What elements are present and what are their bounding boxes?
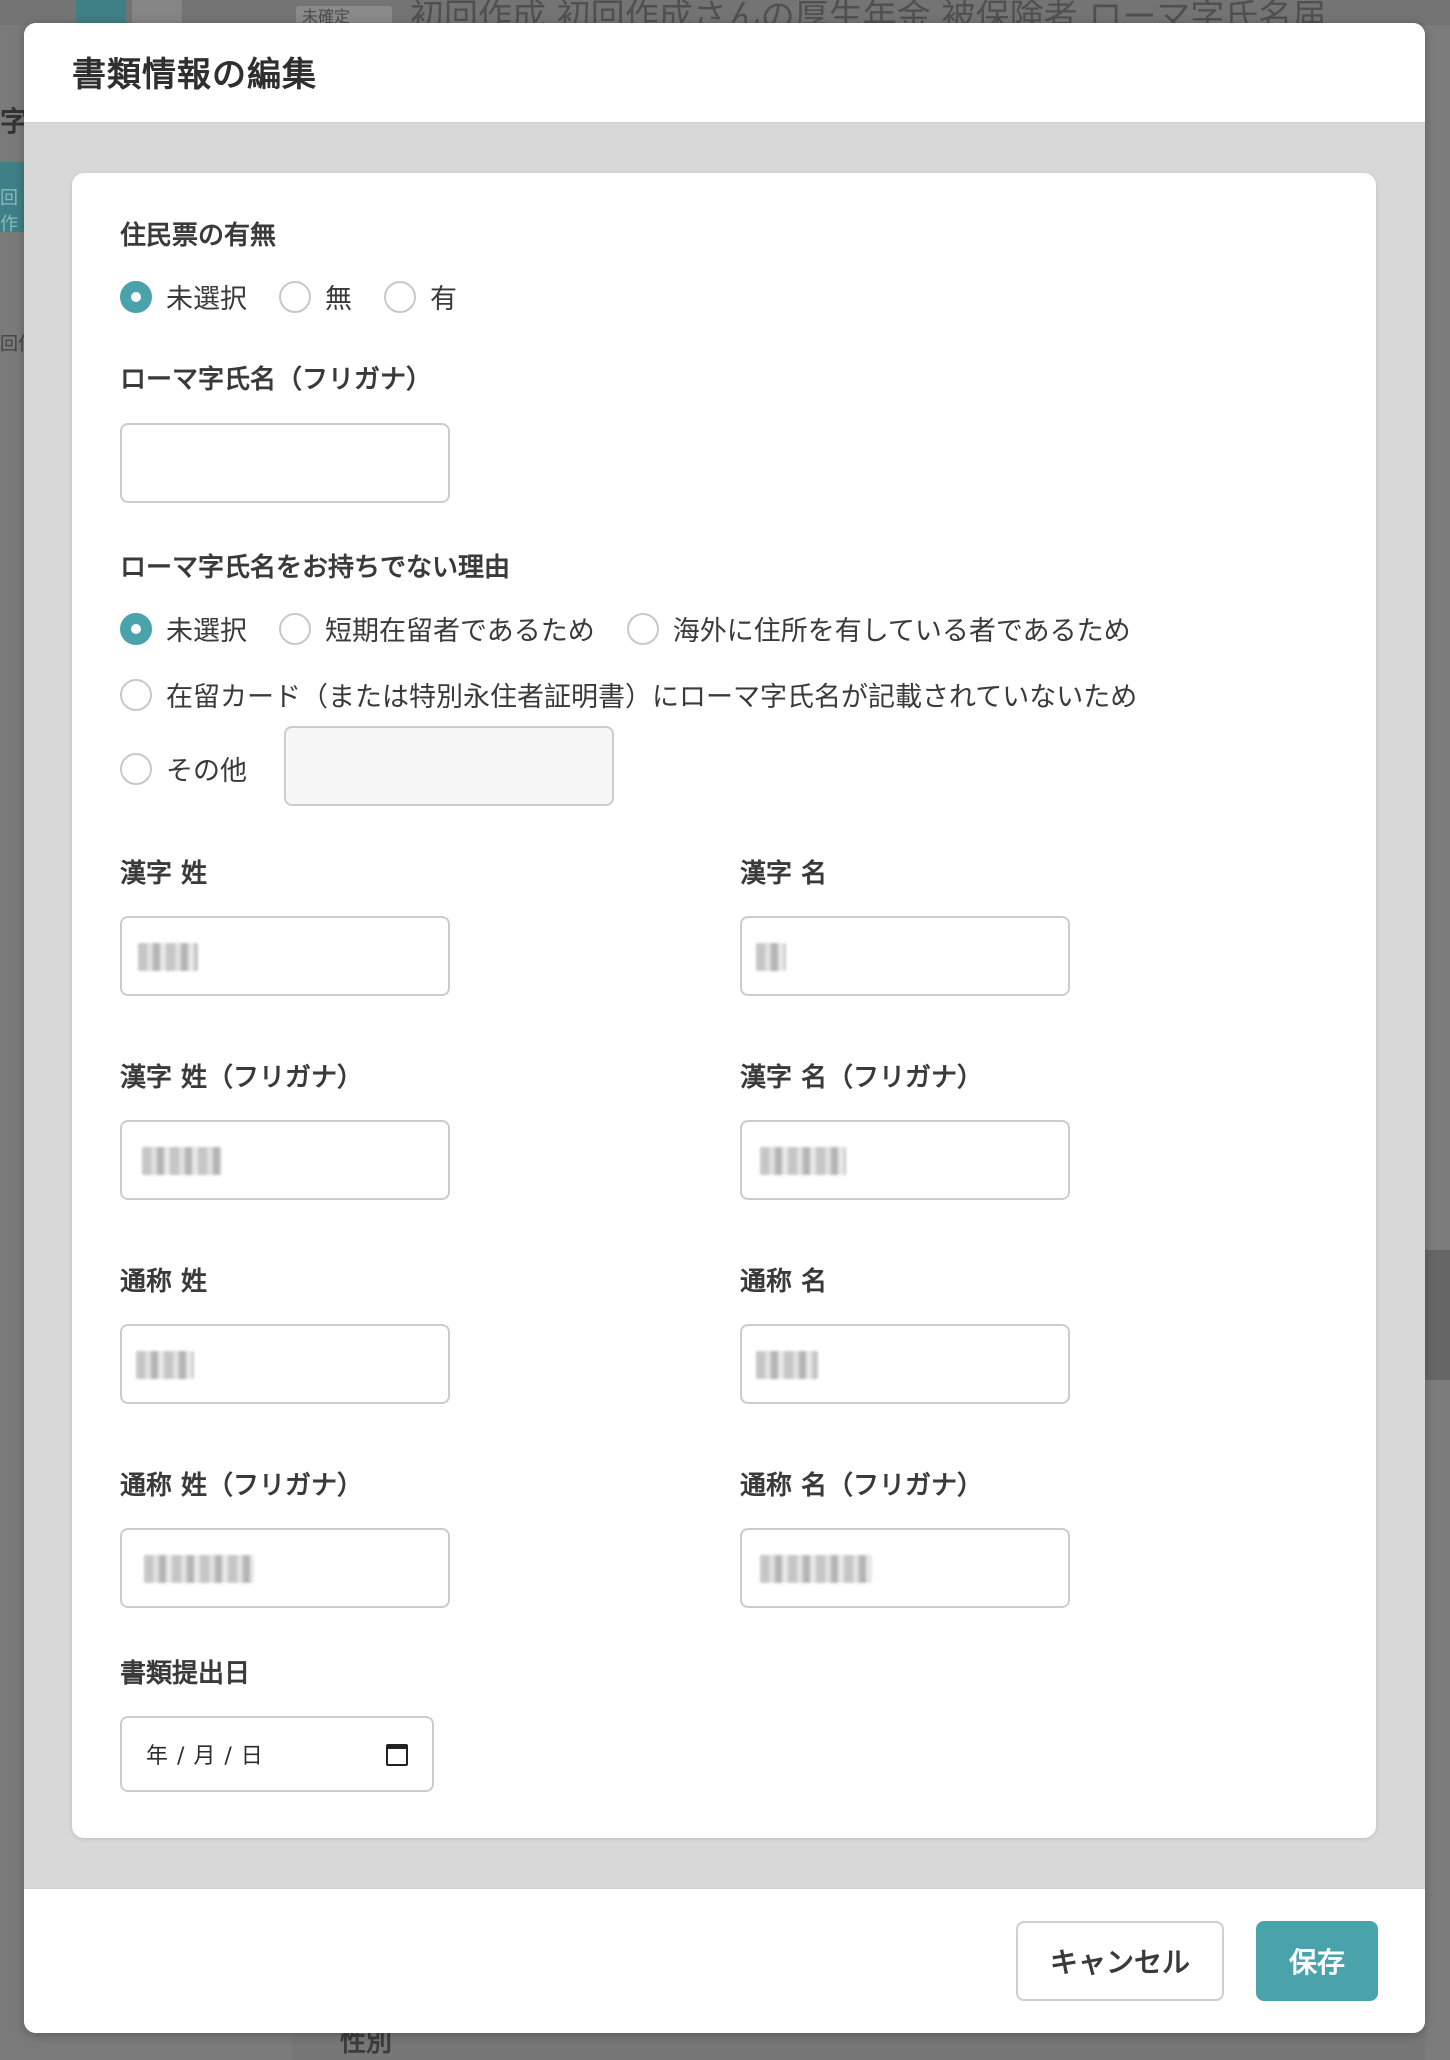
redacted-value bbox=[144, 1555, 254, 1583]
alias-first-kana-input[interactable] bbox=[740, 1528, 1070, 1608]
redacted-value bbox=[756, 1351, 818, 1379]
reason-option-short-stay[interactable]: 短期在留者であるため bbox=[279, 609, 595, 648]
submit-date-input[interactable]: 年 / 月 / 日 bbox=[120, 1716, 434, 1792]
date-placeholder: 年 / 月 / 日 bbox=[146, 1744, 264, 1769]
roman-name-label: ローマ字氏名（フリガナ） bbox=[120, 365, 433, 395]
calendar-icon[interactable] bbox=[386, 1744, 408, 1766]
radio-label: 未選択 bbox=[166, 616, 247, 647]
alias-last-input[interactable] bbox=[120, 1324, 450, 1404]
radio-label: 短期在留者であるため bbox=[325, 616, 595, 647]
redacted-value bbox=[142, 1147, 222, 1175]
radio-unchecked-icon[interactable] bbox=[279, 280, 311, 313]
reason-radio-row-3: その他 bbox=[120, 749, 279, 788]
kanji-first-input[interactable] bbox=[740, 916, 1070, 996]
cancel-button[interactable]: キャンセル bbox=[1016, 1921, 1224, 2001]
submit-date-label: 書類提出日 bbox=[120, 1659, 251, 1689]
radio-label: 在留カード（または特別永住者証明書）にローマ字氏名が記載されていないため bbox=[166, 682, 1138, 713]
alias-last-kana-label: 通称 姓（フリガナ） bbox=[120, 1471, 364, 1501]
kanji-last-input[interactable] bbox=[120, 916, 450, 996]
background-right-column bbox=[1425, 25, 1450, 2060]
radio-unchecked-icon[interactable] bbox=[120, 678, 152, 711]
background-bottom-panel bbox=[292, 2030, 1425, 2060]
kanji-first-kana-label: 漢字 名（フリガナ） bbox=[740, 1063, 984, 1093]
modal-header: 書類情報の編集 bbox=[24, 23, 1425, 123]
redacted-value bbox=[756, 943, 786, 971]
reason-option-unselected[interactable]: 未選択 bbox=[120, 609, 247, 648]
residence-option-yes[interactable]: 有 bbox=[384, 277, 457, 316]
edit-document-modal: 書類情報の編集 住民票の有無 未選択 無 有 ローマ字氏名（フリガナ） ローマ字… bbox=[24, 23, 1425, 2033]
radio-unchecked-icon[interactable] bbox=[384, 280, 416, 313]
modal-footer: キャンセル 保存 bbox=[24, 1888, 1425, 2033]
radio-label: 未選択 bbox=[166, 284, 247, 315]
kanji-last-kana-input[interactable] bbox=[120, 1120, 450, 1200]
residence-option-unselected[interactable]: 未選択 bbox=[120, 277, 247, 316]
redacted-value bbox=[136, 1351, 194, 1379]
alias-last-label: 通称 姓 bbox=[120, 1267, 208, 1297]
redacted-value bbox=[760, 1147, 846, 1175]
reason-option-overseas[interactable]: 海外に住所を有している者であるため bbox=[626, 609, 1131, 648]
document-icon bbox=[76, 0, 126, 24]
reason-radio-row-2: 在留カード（または特別永住者証明書）にローマ字氏名が記載されていないため bbox=[120, 675, 1169, 714]
kanji-last-kana-label: 漢字 姓（フリガナ） bbox=[120, 1063, 364, 1093]
kanji-last-label: 漢字 姓 bbox=[120, 859, 208, 889]
radio-label: その他 bbox=[166, 756, 247, 787]
reason-option-other[interactable]: その他 bbox=[120, 749, 247, 788]
background-side-tab: 回作 bbox=[0, 162, 24, 235]
radio-label: 無 bbox=[325, 284, 352, 315]
radio-checked-icon[interactable] bbox=[120, 612, 152, 645]
user-icon bbox=[132, 0, 182, 24]
redacted-value bbox=[760, 1555, 872, 1583]
modal-body: 住民票の有無 未選択 無 有 ローマ字氏名（フリガナ） ローマ字氏名をお持ちでな… bbox=[24, 123, 1425, 1911]
radio-unchecked-icon[interactable] bbox=[626, 612, 659, 645]
radio-checked-icon[interactable] bbox=[120, 280, 152, 313]
alias-last-kana-input[interactable] bbox=[120, 1528, 450, 1608]
reason-radio-row-1: 未選択 短期在留者であるため 海外に住所を有している者であるため bbox=[120, 609, 1163, 648]
redacted-value bbox=[138, 943, 198, 971]
kanji-first-label: 漢字 名 bbox=[740, 859, 828, 889]
background-title: 初回作成 初回作成さんの厚生年金 被保険者 ローマ字氏名届 bbox=[410, 0, 1327, 24]
alias-first-input[interactable] bbox=[740, 1324, 1070, 1404]
reason-other-input[interactable] bbox=[284, 726, 614, 806]
background-right-block bbox=[1425, 1250, 1450, 1380]
form-card: 住民票の有無 未選択 無 有 ローマ字氏名（フリガナ） ローマ字氏名をお持ちでな… bbox=[72, 173, 1376, 1838]
residence-radio-group: 未選択 無 有 bbox=[120, 277, 489, 316]
radio-label: 有 bbox=[430, 284, 457, 315]
save-button[interactable]: 保存 bbox=[1256, 1921, 1378, 2001]
kanji-first-kana-input[interactable] bbox=[740, 1120, 1070, 1200]
residence-label: 住民票の有無 bbox=[120, 221, 277, 251]
alias-first-kana-label: 通称 名（フリガナ） bbox=[740, 1471, 984, 1501]
residence-option-none[interactable]: 無 bbox=[279, 277, 352, 316]
reason-option-residence-card[interactable]: 在留カード（または特別永住者証明書）にローマ字氏名が記載されていないため bbox=[120, 675, 1137, 714]
alias-first-label: 通称 名 bbox=[740, 1267, 828, 1297]
roman-name-input[interactable] bbox=[120, 423, 450, 503]
reason-label: ローマ字氏名をお持ちでない理由 bbox=[120, 553, 511, 583]
radio-unchecked-icon[interactable] bbox=[120, 752, 152, 785]
modal-title: 書類情報の編集 bbox=[72, 55, 317, 95]
radio-unchecked-icon[interactable] bbox=[279, 612, 311, 645]
radio-label: 海外に住所を有している者であるため bbox=[672, 616, 1131, 647]
